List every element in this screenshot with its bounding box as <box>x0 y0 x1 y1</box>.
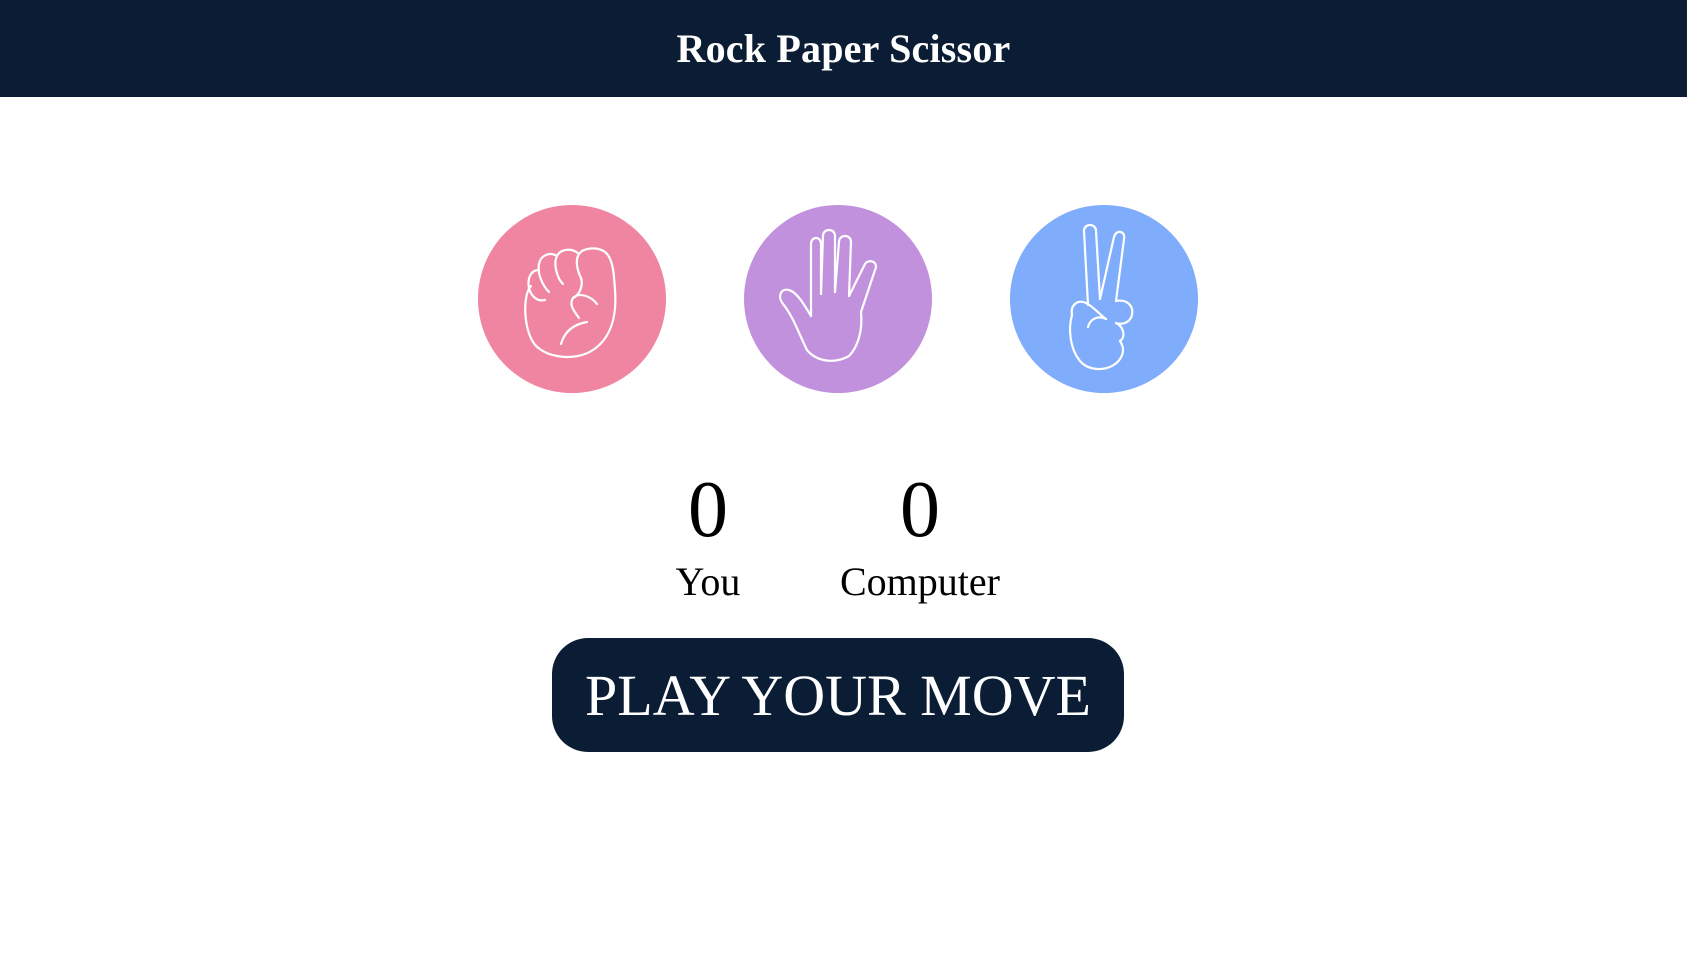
score-you-label: You <box>675 559 741 604</box>
scissor-button[interactable] <box>1010 205 1198 393</box>
fist-icon <box>524 247 617 358</box>
peace-hand-icon <box>1069 223 1134 371</box>
score-you: 0 You <box>608 465 808 607</box>
app: Rock Paper Scissor 0 You 0 Computer PLAY… <box>0 0 1687 977</box>
open-hand-icon <box>779 228 877 362</box>
page-title: Rock Paper Scissor <box>676 26 1011 71</box>
rock-button[interactable] <box>478 205 666 393</box>
score-computer-label: Computer <box>840 559 1000 604</box>
paper-button[interactable] <box>744 205 932 393</box>
score-you-value: 0 <box>688 466 728 554</box>
score-computer: 0 Computer <box>820 465 1020 607</box>
score-computer-value: 0 <box>900 466 940 554</box>
play-your-move-button[interactable]: PLAY YOUR MOVE <box>552 638 1124 752</box>
header-bar: Rock Paper Scissor <box>0 0 1687 97</box>
